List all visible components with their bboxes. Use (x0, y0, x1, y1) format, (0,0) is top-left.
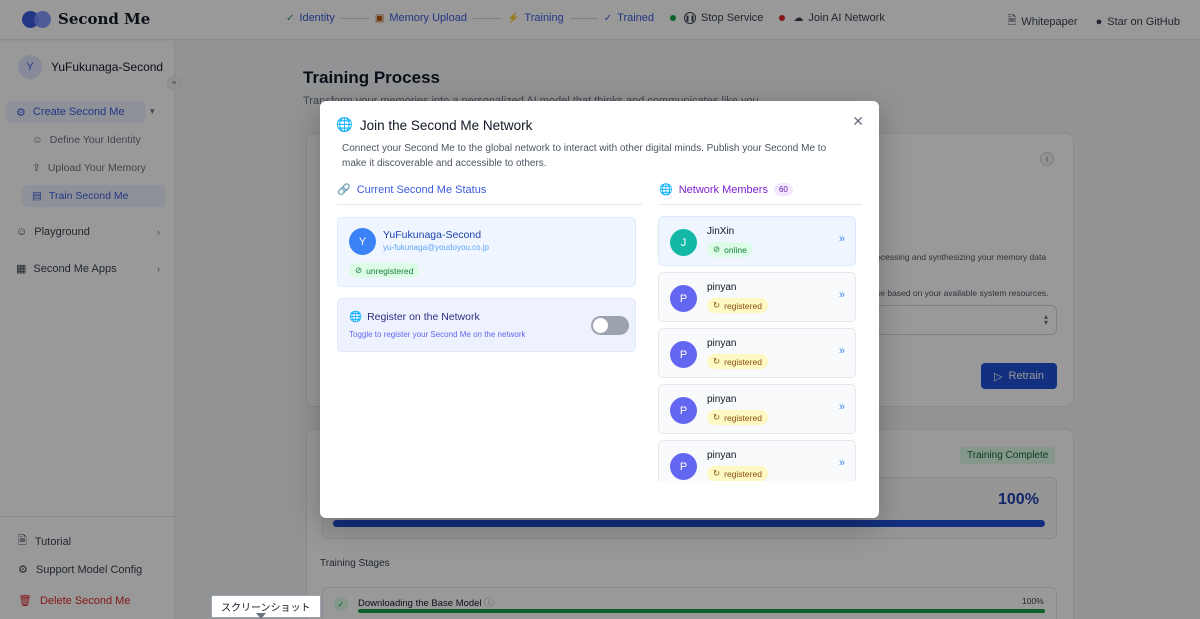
link-icon: 🔗 (337, 184, 351, 196)
member-name: JinXin (707, 226, 735, 237)
list-item[interactable]: P pinyan ↻ registered » (658, 384, 856, 434)
refresh-icon: ↻ (713, 300, 721, 310)
register-card: 🌐 Register on the Network Toggle to regis… (337, 298, 636, 352)
globe-icon: 🌐 (349, 311, 363, 323)
member-name: pinyan (707, 282, 737, 293)
members-list[interactable]: J JinXin ⊘ online » P pinyan ↻ registered … (658, 216, 858, 481)
my-second-me-name: YuFukunaga-Second (383, 229, 482, 241)
status-badge: ⊘ unregistered (349, 263, 420, 278)
divider (337, 204, 642, 205)
list-item[interactable]: P pinyan ↻ registered » (658, 440, 856, 481)
list-item[interactable]: J JinXin ⊘ online » (658, 216, 856, 266)
chevrons-right-icon[interactable]: » (839, 345, 845, 357)
avatar: P (670, 285, 697, 312)
close-icon[interactable]: ✕ (852, 113, 864, 130)
current-status-card: Y YuFukunaga-Second yu-fukunaga@youdoyou… (337, 217, 636, 287)
register-subtitle: Toggle to register your Second Me on the… (349, 330, 526, 339)
status-section-header: 🔗 Current Second Me Status (337, 183, 487, 197)
globe-icon: 🌐 (659, 184, 673, 196)
register-title: 🌐 Register on the Network (349, 310, 480, 324)
modal-description: Connect your Second Me to the global net… (342, 143, 827, 169)
refresh-icon: ↻ (713, 356, 721, 366)
avatar: Y (349, 228, 376, 255)
divider (659, 204, 862, 205)
my-second-me-email: yu-fukunaga@youdoyou.co.jp (383, 243, 489, 252)
globe-icon: 🌐 (336, 117, 353, 132)
avatar: P (670, 397, 697, 424)
members-section-header: 🌐 Network Members 60 (659, 183, 793, 196)
member-name: pinyan (707, 450, 737, 461)
check-circle-icon: ⊘ (713, 244, 721, 254)
status-badge: ↻ registered (707, 298, 768, 313)
members-count-badge: 60 (773, 183, 793, 196)
list-item[interactable]: P pinyan ↻ registered » (658, 328, 856, 378)
join-network-modal: 🌐 Join the Second Me Network ✕ Connect y… (320, 101, 879, 518)
status-badge: ⊘ online (707, 242, 753, 257)
avatar: P (670, 341, 697, 368)
list-item[interactable]: P pinyan ↻ registered » (658, 272, 856, 322)
chevrons-right-icon[interactable]: » (839, 401, 845, 413)
avatar: J (670, 229, 697, 256)
refresh-icon: ↻ (713, 412, 721, 422)
member-name: pinyan (707, 394, 737, 405)
toggle-knob (593, 318, 608, 333)
status-badge: ↻ registered (707, 466, 768, 481)
chevrons-right-icon[interactable]: » (839, 233, 845, 245)
check-circle-icon: ⊘ (355, 265, 363, 275)
chevrons-right-icon[interactable]: » (839, 457, 845, 469)
tooltip-arrow (256, 613, 266, 619)
member-name: pinyan (707, 338, 737, 349)
chevrons-right-icon[interactable]: » (839, 289, 845, 301)
modal-title: 🌐 Join the Second Me Network (336, 117, 533, 133)
avatar: P (670, 453, 697, 480)
register-toggle[interactable] (591, 316, 629, 335)
status-badge: ↻ registered (707, 410, 768, 425)
refresh-icon: ↻ (713, 468, 721, 478)
status-badge: ↻ registered (707, 354, 768, 369)
